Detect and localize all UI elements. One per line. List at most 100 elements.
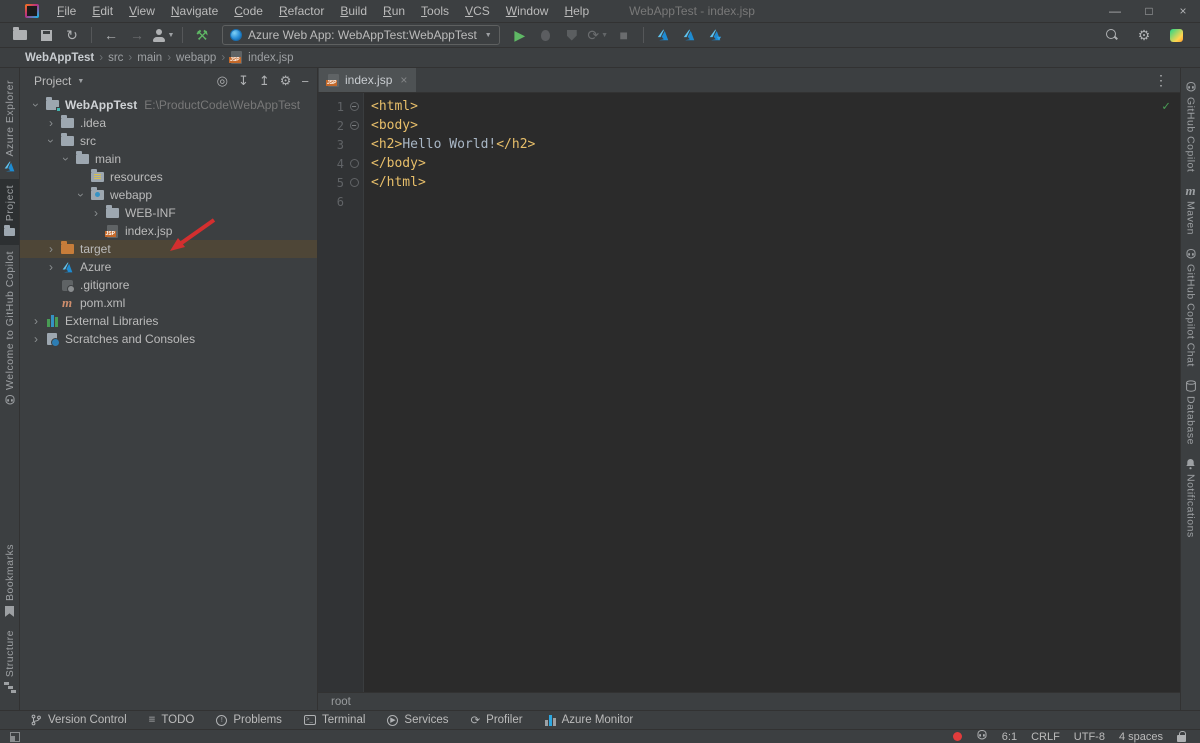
stop-button[interactable]: ■ [612,24,636,46]
run-button[interactable]: ▶ [508,24,532,46]
breadcrumb-item[interactable]: webapp [176,52,216,64]
tool-window-switcher-icon[interactable] [10,732,20,742]
toolbar-tab-structure[interactable]: Structure [0,624,19,700]
menu-navigate[interactable]: Navigate [163,0,226,22]
tree-item-external-libraries[interactable]: › External Libraries [20,312,317,330]
azure-action-2-button[interactable] [677,24,701,46]
chevron-icon[interactable]: › [30,97,42,113]
chevron-icon[interactable]: › [75,187,87,203]
notification-dot-icon[interactable] [953,732,962,741]
debug-button[interactable] [534,24,558,46]
expand-all-button[interactable]: ↧ [238,73,249,89]
fold-marker-icon[interactable]: − [350,102,359,111]
close-button[interactable]: × [1166,0,1200,22]
toolbar-tab-azure-monitor[interactable]: Azure Monitor [545,714,634,726]
tree-item-main[interactable]: › main [20,150,317,168]
save-all-button[interactable] [34,24,58,46]
toolbar-tab-copilot-chat[interactable]: GitHub Copilot Chat [1181,241,1200,373]
menu-window[interactable]: Window [498,0,557,22]
panel-settings-button[interactable]: ⚙ [280,73,292,89]
breadcrumb-item[interactable]: WebAppTest [25,52,94,64]
copilot-status-button[interactable] [976,729,988,743]
forward-button[interactable]: → [125,24,149,46]
fold-marker-icon[interactable]: − [350,121,359,130]
menu-refactor[interactable]: Refactor [271,0,332,22]
indent-widget[interactable]: 4 spaces [1119,731,1163,743]
chevron-icon[interactable]: › [28,315,44,327]
sync-button[interactable]: ↻ [60,24,84,46]
coverage-button[interactable] [560,24,584,46]
run-configuration-select[interactable]: Azure Web App: WebAppTest:WebAppTest ▼ [222,25,500,45]
chevron-icon[interactable]: › [43,117,59,129]
lock-icon[interactable] [1177,735,1186,742]
menu-view[interactable]: View [121,0,163,22]
toolbar-tab-problems[interactable]: ! Problems [216,714,282,726]
select-opened-file-button[interactable]: ◎ [217,73,228,89]
minimize-button[interactable]: — [1098,0,1132,22]
maximize-button[interactable]: □ [1132,0,1166,22]
toolbar-tab-notifications[interactable]: Notifications [1181,451,1200,544]
line-separator-widget[interactable]: CRLF [1031,731,1060,743]
azure-action-3-button[interactable] [703,24,727,46]
plugin-promo-button[interactable] [1164,24,1188,46]
breadcrumb-item[interactable]: main [137,52,162,64]
close-tab-icon[interactable]: × [400,73,407,87]
back-button[interactable]: ← [99,24,123,46]
breadcrumb-item[interactable]: src [108,52,123,64]
tree-item-scratches[interactable]: › Scratches and Consoles [20,330,317,348]
menu-code[interactable]: Code [226,0,271,22]
menu-edit[interactable]: Edit [84,0,121,22]
settings-button[interactable]: ⚙ [1132,24,1156,46]
fold-marker-icon[interactable] [350,178,359,187]
chevron-icon[interactable]: › [60,151,72,167]
tree-item-pom-xml[interactable]: m pom.xml [20,294,317,312]
tree-item-resources[interactable]: resources [20,168,317,186]
toolbar-tab-services[interactable]: ▶ Services [387,714,448,726]
encoding-widget[interactable]: UTF-8 [1074,731,1105,743]
tree-item-src[interactable]: › src [20,132,317,150]
tree-item-webapp[interactable]: › webapp [20,186,317,204]
azure-action-1-button[interactable] [651,24,675,46]
toolbar-tab-azure-explorer[interactable]: Azure Explorer [0,74,19,179]
toolbar-tab-todo[interactable]: ≡ TODO [149,714,195,726]
menu-tools[interactable]: Tools [413,0,457,22]
profile-button[interactable]: ▼ [151,24,175,46]
tree-item-gitignore[interactable]: .gitignore [20,276,317,294]
tree-item-azure[interactable]: › Azure [20,258,317,276]
build-project-button[interactable]: ⚒ [190,24,214,46]
toolbar-tab-bookmarks[interactable]: Bookmarks [0,538,19,624]
menu-help[interactable]: Help [556,0,597,22]
chevron-icon[interactable]: › [45,133,57,149]
project-view-select[interactable]: Project [34,74,71,88]
toolbar-tab-welcome-copilot[interactable]: Welcome to GitHub Copilot [0,245,19,413]
toolbar-tab-maven[interactable]: m Maven [1181,178,1200,241]
menu-file[interactable]: File [49,0,84,22]
breadcrumb-item[interactable]: index.jsp [248,52,293,64]
menu-run[interactable]: Run [375,0,413,22]
code-editor[interactable]: ✓ 1 − <html> 2 − <body> 3 <h2>Hello Worl… [318,93,1180,692]
tree-item-idea[interactable]: › .idea [20,114,317,132]
toolbar-tab-version-control[interactable]: Version Control [30,714,127,726]
caret-position-widget[interactable]: 6:1 [1002,731,1017,743]
tree-item-webapptest[interactable]: › WebAppTest E:\ProductCode\WebAppTest [20,96,317,114]
menu-vcs[interactable]: VCS [457,0,498,22]
chevron-icon[interactable]: › [88,207,104,219]
editor-options-button[interactable]: ⋮ [1154,68,1180,92]
breadcrumb-root[interactable]: root [331,696,351,708]
fold-marker-icon[interactable] [350,159,359,168]
toolbar-tab-project[interactable]: Project [0,179,19,244]
chevron-icon[interactable]: › [28,333,44,345]
hide-panel-button[interactable]: − [301,74,309,89]
open-folder-button[interactable] [8,24,32,46]
chevron-icon[interactable]: › [43,261,59,273]
toolbar-tab-profiler[interactable]: ⟳ Profiler [471,713,523,727]
collapse-all-button[interactable]: ↥ [259,73,270,89]
profiler-button[interactable]: ⟳▼ [586,24,610,46]
search-everywhere-button[interactable] [1100,24,1124,46]
toolbar-tab-database[interactable]: Database [1181,373,1200,451]
menu-build[interactable]: Build [332,0,375,22]
tab-index-jsp[interactable]: index.jsp × [319,68,416,92]
toolbar-tab-github-copilot[interactable]: GitHub Copilot [1181,74,1200,178]
toolbar-tab-terminal[interactable]: >_ Terminal [304,714,365,726]
chevron-icon[interactable]: › [43,243,59,255]
